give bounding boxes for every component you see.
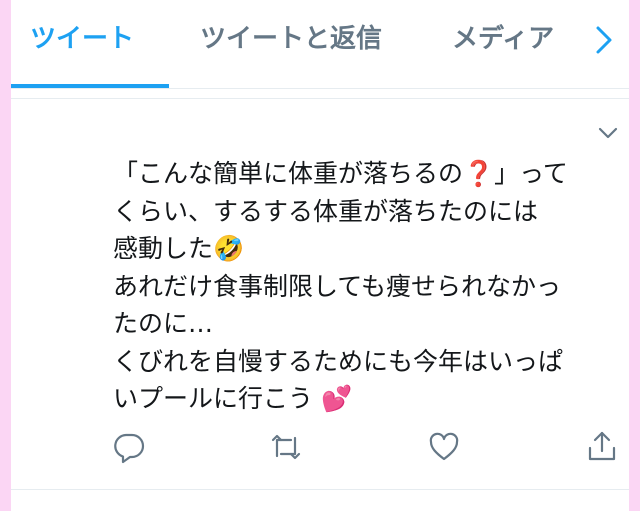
tab-tweets[interactable]: ツイート xyxy=(30,0,134,88)
active-tab-indicator xyxy=(11,84,169,88)
profile-timeline: ツイート ツイートと返信 メディア 「こんな簡単に体重が落ちるの❓」って くらい… xyxy=(11,0,629,511)
reply-icon[interactable] xyxy=(112,430,146,464)
divider xyxy=(11,489,629,490)
retweet-icon[interactable] xyxy=(269,430,303,464)
like-icon[interactable] xyxy=(427,430,461,464)
profile-tabs: ツイート ツイートと返信 メディア xyxy=(11,0,629,89)
chevron-down-icon[interactable] xyxy=(597,125,619,141)
divider xyxy=(11,98,629,99)
tweet-text: 「こんな簡単に体重が落ちるの❓」って くらい、するする体重が落ちたのには 感動し… xyxy=(113,159,568,413)
chevron-right-icon[interactable] xyxy=(592,22,616,58)
tab-tweets-and-replies[interactable]: ツイートと返信 xyxy=(200,0,382,88)
tab-media[interactable]: メディア xyxy=(452,0,554,88)
tweet-actions xyxy=(11,418,629,474)
share-icon[interactable] xyxy=(585,430,619,464)
